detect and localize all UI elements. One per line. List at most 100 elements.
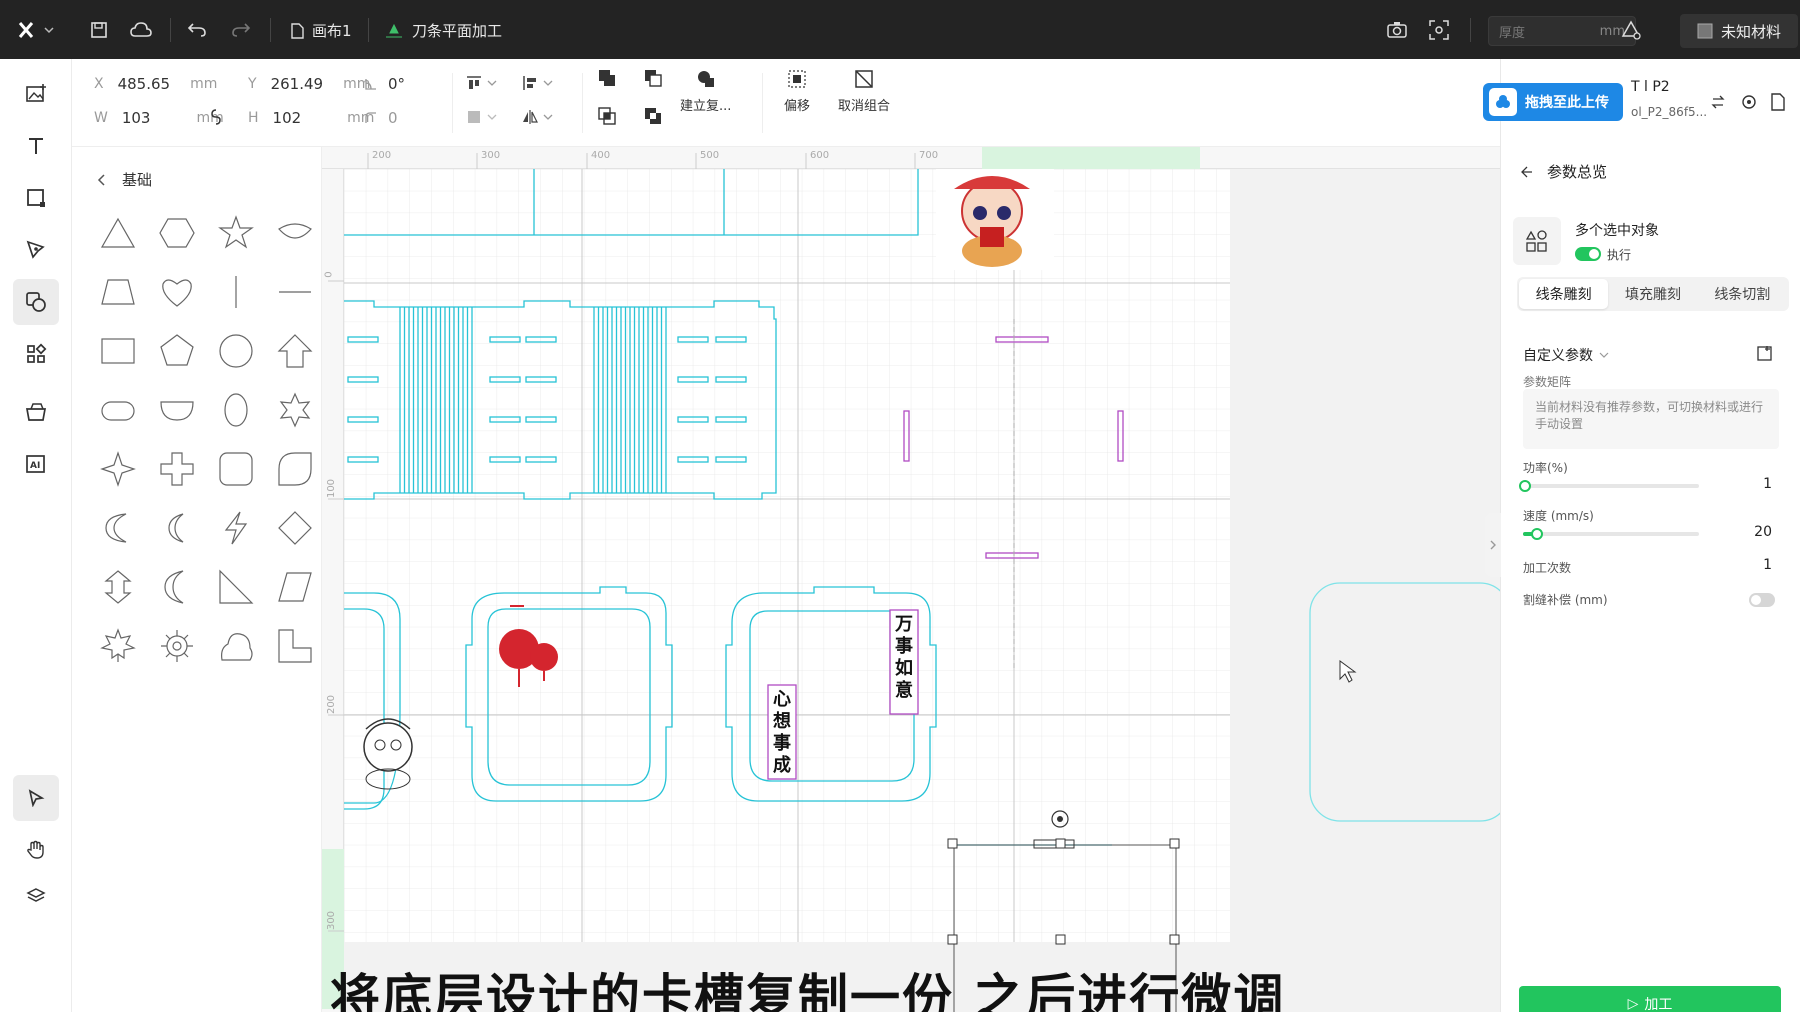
add-image-tool[interactable]	[13, 71, 59, 117]
back-chevron-icon[interactable]	[96, 173, 106, 187]
design-canvas[interactable]: 万事如意 心想事成	[344, 169, 1500, 1012]
shape-double-arrow[interactable]	[88, 557, 147, 616]
camera-button[interactable]	[1380, 10, 1414, 50]
shape-triangle[interactable]	[88, 203, 147, 262]
union-button[interactable]	[598, 69, 616, 87]
subtract-button[interactable]	[644, 69, 662, 87]
resize-handle[interactable]	[1169, 838, 1180, 849]
shape-hexagon[interactable]	[147, 203, 206, 262]
upload-button[interactable]: 拖拽至此上传	[1483, 83, 1623, 121]
speed-slider-thumb[interactable]	[1531, 528, 1543, 540]
speed-value[interactable]: 20	[1754, 524, 1772, 540]
w-field[interactable]: W 103 mm	[94, 109, 224, 127]
hand-tool[interactable]	[13, 827, 59, 873]
flip-button[interactable]	[522, 109, 556, 125]
select-tool[interactable]	[13, 775, 59, 821]
intersect-button[interactable]	[598, 107, 616, 125]
shapes-panel-header[interactable]: 基础	[96, 169, 152, 190]
kerf-toggle[interactable]	[1749, 593, 1775, 607]
create-compound-button[interactable]: 建立复...	[680, 69, 731, 114]
app-menu-button[interactable]	[14, 10, 60, 50]
align-horizontal-button[interactable]	[522, 75, 556, 91]
switch-device-icon[interactable]	[1711, 95, 1725, 109]
material-selector[interactable]: 未知材料	[1680, 14, 1798, 48]
shape-crescent-thin[interactable]	[147, 498, 206, 557]
lock-ratio-toggle[interactable]	[210, 109, 222, 125]
rectangle-tool[interactable]	[13, 175, 59, 221]
x-field[interactable]: X 485.65 mm	[94, 75, 217, 93]
save-params-icon[interactable]	[1757, 345, 1773, 361]
ai-tool[interactable]: AI	[13, 441, 59, 487]
device-settings-icon[interactable]	[1741, 94, 1757, 110]
ungroup-button[interactable]: 取消组合	[838, 69, 890, 114]
tab-line-engrave[interactable]: 线条雕刻	[1519, 279, 1609, 309]
h-field[interactable]: H 102 mm	[248, 109, 374, 127]
plaque-wanshiruyi[interactable]: 万事如意	[889, 609, 919, 715]
shapes-tool[interactable]	[13, 279, 59, 325]
save-button[interactable]	[84, 10, 114, 50]
resize-handle[interactable]	[1055, 838, 1066, 849]
passes-value[interactable]: 1	[1763, 557, 1772, 573]
shape-maple-leaf[interactable]	[88, 616, 147, 675]
execute-toggle[interactable]	[1575, 247, 1601, 261]
cloud-sync-button[interactable]	[124, 10, 158, 50]
shape-right-triangle[interactable]	[206, 557, 265, 616]
shape-star-6[interactable]	[265, 380, 324, 439]
corner-radius-field[interactable]: 0	[364, 109, 398, 127]
layers-tool[interactable]	[13, 873, 59, 919]
shape-circle[interactable]	[206, 321, 265, 380]
shape-crescent-c[interactable]	[88, 498, 147, 557]
rotation-field[interactable]: 0°	[364, 75, 405, 93]
power-slider[interactable]	[1519, 480, 1699, 492]
shape-cross[interactable]	[147, 439, 206, 498]
shape-rounded-square[interactable]	[206, 439, 265, 498]
shape-lightning[interactable]	[206, 498, 265, 557]
shape-leaf[interactable]	[265, 439, 324, 498]
shape-parallelogram[interactable]	[265, 557, 324, 616]
redo-button[interactable]	[226, 10, 256, 50]
speed-slider[interactable]	[1523, 528, 1699, 540]
lion-sticker-image[interactable]	[936, 169, 1054, 270]
shape-diamond[interactable]	[265, 498, 324, 557]
shape-gear[interactable]	[147, 616, 206, 675]
shape-star[interactable]	[206, 203, 265, 262]
scan-button[interactable]	[1422, 10, 1456, 50]
power-slider-thumb[interactable]	[1519, 480, 1531, 492]
expand-right-panel-button[interactable]	[1485, 513, 1501, 577]
params-overview-header[interactable]: 参数总览	[1521, 161, 1607, 182]
y-field[interactable]: Y 261.49 mm	[248, 75, 370, 93]
align-vertical-button[interactable]	[466, 75, 500, 91]
back-arrow-icon[interactable]	[1521, 166, 1533, 178]
power-value[interactable]: 1	[1763, 476, 1772, 492]
auto-measure-button[interactable]	[1614, 10, 1648, 50]
plaque-xinxiangshicheng[interactable]: 心想事成	[767, 684, 797, 780]
shape-rectangle[interactable]	[88, 321, 147, 380]
pen-tool[interactable]	[13, 227, 59, 273]
resize-handle[interactable]	[947, 838, 958, 849]
ghost-board-outline[interactable]	[1309, 582, 1500, 822]
shape-star-4[interactable]	[88, 439, 147, 498]
resize-handle[interactable]	[1169, 934, 1180, 945]
shape-pentagon[interactable]	[147, 321, 206, 380]
resize-handle[interactable]	[1055, 934, 1066, 945]
shape-semicircle[interactable]	[147, 380, 206, 439]
shape-horizontal-line[interactable]	[265, 262, 324, 321]
text-tool[interactable]	[13, 123, 59, 169]
exclude-button[interactable]	[644, 107, 662, 125]
document-export-icon[interactable]	[1771, 93, 1785, 111]
undo-button[interactable]	[182, 10, 212, 50]
shape-heart[interactable]	[147, 262, 206, 321]
tab-line-cut[interactable]: 线条切割	[1698, 279, 1787, 309]
components-tool[interactable]	[13, 331, 59, 377]
shape-vertical-line[interactable]	[206, 262, 265, 321]
gallery-tool[interactable]	[13, 389, 59, 435]
offset-button[interactable]: 偏移	[784, 69, 810, 114]
custom-params-dropdown[interactable]: 自定义参数	[1523, 345, 1609, 365]
shape-cloud[interactable]	[206, 616, 265, 675]
shape-rhombus-curve[interactable]	[265, 203, 324, 262]
shape-moon[interactable]	[147, 557, 206, 616]
canvas-drawing[interactable]: 万事如意 心想事成	[344, 169, 1500, 1012]
distribute-button[interactable]	[466, 109, 500, 125]
canvas-tab[interactable]: 画布1	[290, 20, 352, 41]
shape-capsule[interactable]	[88, 380, 147, 439]
